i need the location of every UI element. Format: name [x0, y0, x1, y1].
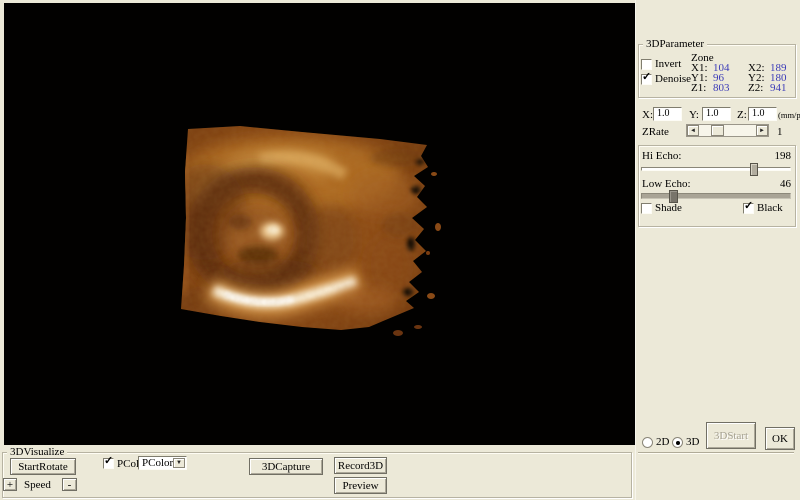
z-scale-label: Z: [737, 110, 747, 121]
black-checkbox[interactable]: ✓ [743, 203, 754, 214]
hi-echo-slider[interactable] [641, 167, 791, 171]
start-rotate-button[interactable]: StartRotate [10, 458, 76, 475]
render-viewport[interactable] [4, 3, 635, 445]
zrate-scrollbar[interactable]: ◄ ► [686, 124, 769, 137]
dropdown-arrow-icon[interactable]: ▼ [173, 458, 185, 468]
denoise-checkbox[interactable]: ✓ [641, 74, 652, 85]
preview-button[interactable]: Preview [334, 477, 387, 494]
zrate-left-arrow-icon[interactable]: ◄ [687, 125, 699, 136]
visualize-group-title: 3DVisualize [7, 446, 67, 458]
y-scale-label: Y: [689, 110, 699, 121]
speed-plus-button[interactable]: + [3, 478, 17, 491]
low-echo-label: Low Echo: [642, 179, 691, 190]
low-echo-value: 46 [756, 179, 791, 190]
ok-button[interactable]: OK [765, 427, 795, 450]
3dstart-button[interactable]: 3DStart [706, 422, 756, 449]
hi-echo-value: 198 [756, 151, 791, 162]
y-scale-input[interactable]: 1.0 [702, 107, 731, 121]
x-scale-label: X: [642, 110, 653, 121]
zone-z2-value: 941 [770, 83, 787, 94]
zrate-value: 1 [777, 127, 783, 138]
pcolor-dropdown-value: PColor [142, 457, 173, 469]
hi-echo-label: Hi Echo: [642, 151, 681, 162]
speed-minus-button[interactable]: - [62, 478, 77, 491]
zrate-right-arrow-icon[interactable]: ► [756, 125, 768, 136]
visualize-panel: 3DVisualize StartRotate + Speed - ✓ PCol… [0, 445, 635, 500]
3dcapture-button[interactable]: 3DCapture [249, 458, 323, 475]
zone-z2-label: Z2: [748, 83, 763, 94]
z-scale-input[interactable]: 1.0 [748, 107, 777, 121]
zone-z1-value: 803 [713, 83, 730, 94]
denoise-label: Denoise [655, 74, 691, 85]
zrate-thumb[interactable] [711, 125, 724, 136]
mode-3d-label: 3D [686, 437, 699, 448]
zone-z1-label: Z1: [691, 83, 706, 94]
mode-2d-label: 2D [656, 437, 669, 448]
parameter-panel: 3DParameter Invert ✓ Denoise Zone X1: 10… [635, 0, 800, 500]
zrate-label: ZRate [642, 127, 669, 138]
right-panel-separator [638, 452, 794, 454]
record3d-button[interactable]: Record3D [334, 457, 387, 474]
x-scale-input[interactable]: 1.0 [653, 107, 682, 121]
mode-2d-radio[interactable] [642, 437, 653, 448]
pcolor-dropdown[interactable]: PColor ▼ [138, 456, 187, 470]
app-window: { "colors": { "panel_bg": "#ece9d8", "ca… [0, 0, 800, 500]
hi-echo-thumb[interactable] [750, 163, 758, 176]
black-label: Black [757, 203, 783, 214]
invert-label: Invert [655, 59, 681, 70]
mode-3d-radio[interactable] [672, 437, 683, 448]
speed-label: Speed [24, 480, 51, 491]
shade-checkbox[interactable] [641, 203, 652, 214]
low-echo-slider[interactable] [641, 193, 791, 199]
scale-unit-label: (mm/p) [778, 110, 800, 121]
pcolor-checkbox[interactable]: ✓ [103, 458, 114, 469]
shade-label: Shade [655, 203, 682, 214]
parameter-group-title: 3DParameter [643, 38, 707, 50]
ultrasound-volume [4, 3, 635, 445]
invert-checkbox[interactable] [641, 59, 652, 70]
